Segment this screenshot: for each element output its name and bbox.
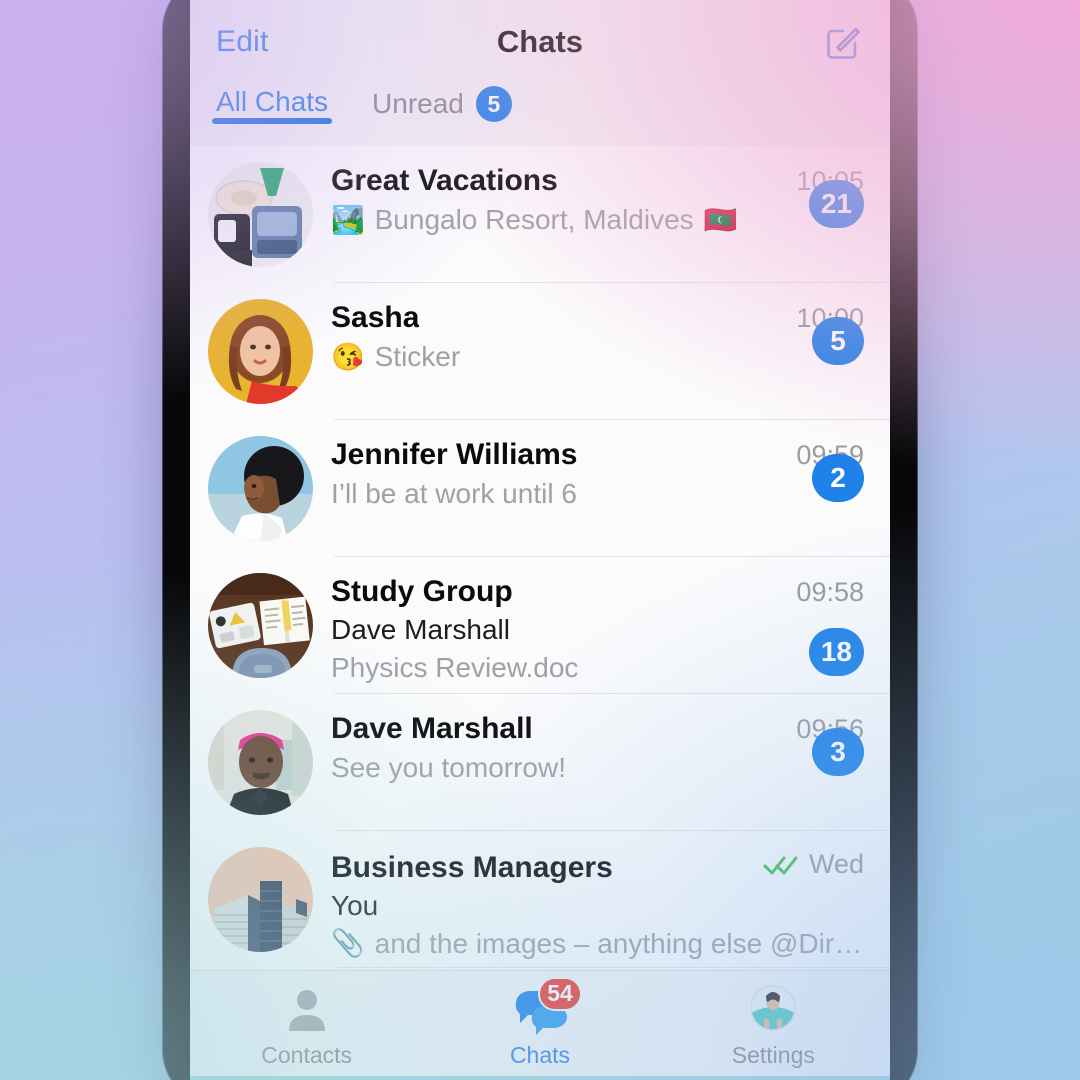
unread-count-badge: 18 [808, 628, 864, 676]
photo-thumbnail-icon: 🏞️ [331, 204, 365, 235]
unread-count-badge: 5 [812, 317, 864, 365]
phone-device-frame: Edit Chats All Chats Unread 5 Great Vaca… [163, 0, 917, 1080]
maldives-flag-icon: 🇲🇻 [703, 204, 738, 235]
row-body: Dave Marshall 09:56 See you tomorrow! 3 [331, 710, 864, 784]
tab-bar-label-contacts: Contacts [261, 1041, 353, 1068]
avatar-business-managers-buildings [208, 847, 313, 952]
tab-bar-item-chats[interactable]: 54 Chats [423, 971, 656, 1080]
tab-all-chats[interactable]: All Chats [212, 84, 333, 124]
tab-unread[interactable]: Unread 5 [372, 84, 512, 122]
chat-title: Great Vacations [331, 164, 558, 197]
contacts-person-icon [279, 983, 335, 1037]
chat-title: Study Group [331, 575, 513, 608]
home-indicator [190, 1076, 890, 1080]
row-body: Study Group 09:58 Dave Marshall Physics … [331, 573, 864, 684]
avatar-dave-marshall-portrait [208, 710, 313, 815]
chats-bubbles-icon: 54 [512, 976, 582, 1037]
chat-preview-sender: Dave Marshall [331, 614, 864, 646]
navigation-bar: Edit Chats [190, 0, 890, 84]
row-body: Business Managers Wed You 📎 and the imag… [331, 847, 864, 960]
row-divider [334, 967, 890, 968]
chat-preview: 😘 Sticker [331, 341, 864, 373]
chats-unread-total-badge: 54 [537, 976, 582, 1011]
chat-preview-sender-name: You [331, 889, 379, 921]
table-row[interactable]: Sasha 10:00 😘 Sticker 5 [190, 283, 890, 420]
chat-preview-sender: You [331, 890, 864, 922]
table-row[interactable]: Study Group 09:58 Dave Marshall Physics … [190, 557, 890, 694]
compose-pencil-square-icon [827, 27, 860, 59]
kissing-face-sticker-icon: 😘 [331, 341, 365, 372]
chat-preview-text: Sticker [374, 341, 461, 372]
chat-title: Sasha [331, 301, 420, 334]
avatar-sasha-portrait [208, 299, 313, 404]
paperclip-attachment-icon: 📎 [331, 928, 365, 958]
table-row[interactable]: Dave Marshall 09:56 See you tomorrow! 3 [190, 694, 890, 831]
tab-unread-label: Unread [372, 88, 464, 119]
chat-preview-text: Physics Review.doc [331, 652, 579, 683]
chat-preview: 🏞️ Bungalo Resort, Maldives 🇲🇻 [331, 204, 864, 236]
chat-preview-sender-name: Dave Marshall [331, 614, 510, 645]
settings-avatar-icon [745, 983, 801, 1037]
tab-bar-item-contacts[interactable]: Contacts [190, 971, 423, 1080]
tab-bar-label-chats: Chats [509, 1041, 571, 1068]
avatar-jennifer-williams-portrait [208, 436, 313, 541]
table-row[interactable]: Great Vacations 10:05 🏞️ Bungalo Resort,… [190, 146, 890, 283]
bottom-tab-bar: Contacts 54 Chats Settings [190, 970, 890, 1080]
wallpaper-background: Edit Chats All Chats Unread 5 Great Vaca… [0, 0, 1080, 1080]
tab-unread-badge: 5 [475, 86, 512, 122]
tab-bar-label-settings: Settings [731, 1041, 815, 1068]
chat-filter-tabs: All Chats Unread 5 [190, 84, 890, 146]
chat-timestamp: 09:58 [796, 577, 864, 607]
row-body: Great Vacations 10:05 🏞️ Bungalo Resort,… [331, 162, 864, 236]
tab-active-underline [212, 118, 333, 124]
chat-timestamp: Wed [808, 849, 864, 879]
unread-count-badge: 2 [812, 454, 864, 502]
avatar-study-group-desk [208, 573, 313, 678]
chat-preview-text: and the images – anything else @Dire… [374, 927, 864, 959]
edit-button[interactable]: Edit [216, 25, 269, 59]
row-body: Sasha 10:00 😘 Sticker 5 [331, 299, 864, 373]
chat-preview: See you tomorrow! [331, 752, 864, 784]
chat-preview: 📎 and the images – anything else @Dire… [331, 928, 864, 960]
read-receipt-double-check-icon [762, 853, 800, 877]
chat-title: Business Managers [331, 850, 613, 884]
unread-count-badge: 21 [808, 180, 864, 228]
chat-preview: I’ll be at work until 6 [331, 478, 864, 510]
chat-title: Dave Marshall [331, 712, 533, 745]
row-body: Jennifer Williams 09:59 I’ll be at work … [331, 436, 864, 510]
avatar-great-vacations-suitcase [208, 162, 313, 267]
tab-all-chats-label: All Chats [216, 86, 329, 117]
table-row[interactable]: Jennifer Williams 09:59 I’ll be at work … [190, 420, 890, 557]
chat-preview-text: Bungalo Resort, Maldives [374, 204, 694, 235]
tab-bar-item-settings[interactable]: Settings [657, 971, 890, 1080]
chat-preview: Physics Review.doc [331, 652, 864, 684]
chat-preview-text: See you tomorrow! [331, 752, 566, 783]
phone-screen: Edit Chats All Chats Unread 5 Great Vaca… [190, 0, 890, 1080]
unread-count-badge: 3 [812, 728, 864, 776]
chat-list[interactable]: Great Vacations 10:05 🏞️ Bungalo Resort,… [190, 146, 890, 970]
chat-preview-text: I’ll be at work until 6 [331, 478, 577, 509]
chat-title: Jennifer Williams [331, 438, 578, 471]
page-title: Chats [496, 24, 584, 59]
table-row[interactable]: Business Managers Wed You 📎 and the imag… [190, 831, 890, 968]
compose-button[interactable] [822, 21, 864, 63]
